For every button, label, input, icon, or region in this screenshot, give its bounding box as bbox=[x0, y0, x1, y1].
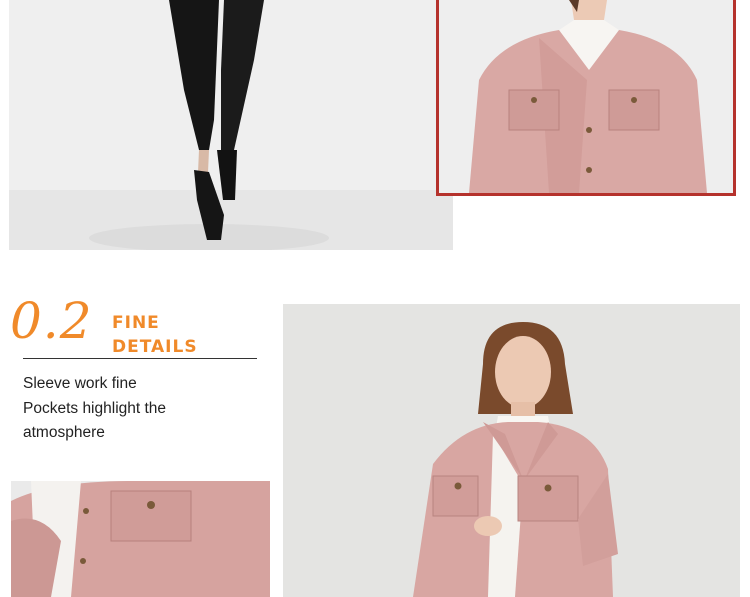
description-line: Sleeve work fine bbox=[23, 375, 137, 392]
pink-coat-front-photo bbox=[436, 0, 736, 196]
section-title-line-2: DETAILS bbox=[112, 337, 198, 357]
legs-and-heels-photo bbox=[9, 0, 453, 250]
model-in-pink-coat-photo bbox=[283, 304, 740, 597]
section-number: 0.2 bbox=[10, 292, 93, 350]
section-description: Sleeve work fine Pockets highlight the a… bbox=[23, 372, 263, 446]
section-title: FINE DETAILS bbox=[112, 311, 198, 359]
description-line: atmosphere bbox=[23, 424, 105, 441]
section-title-line-1: FINE bbox=[112, 313, 160, 333]
pocket-detail-photo bbox=[11, 481, 270, 597]
description-line: Pockets highlight the bbox=[23, 399, 167, 417]
divider bbox=[23, 358, 257, 359]
